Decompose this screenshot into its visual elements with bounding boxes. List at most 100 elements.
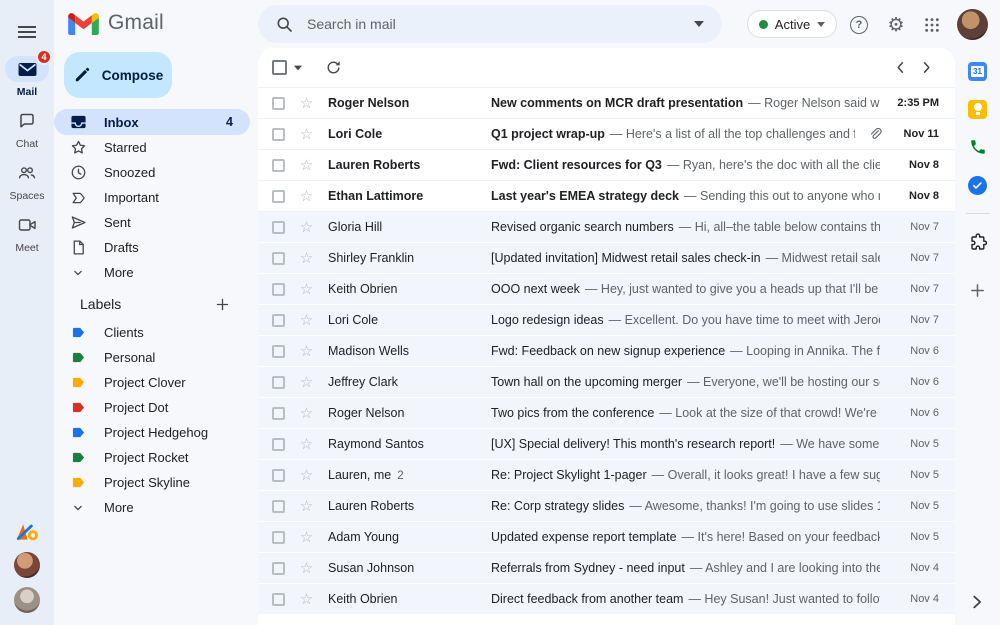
star-icon[interactable]: ☆ [298,436,315,452]
email-row[interactable]: ☆ Susan Johnson Referrals from Sydney - ne… [258,553,955,584]
older-page-button[interactable] [913,55,939,81]
row-checkbox[interactable] [272,406,285,420]
keep-app-button[interactable] [968,99,988,119]
star-icon[interactable]: ☆ [298,95,315,111]
sidebar-item-starred[interactable]: Starred [54,135,250,160]
account-avatar[interactable] [957,9,988,40]
sidebar-item-drafts[interactable]: Drafts [54,235,250,260]
email-row[interactable]: ☆ Roger Nelson New comments on MCR draft p… [258,88,955,119]
label-item[interactable]: Project Clover [54,370,250,395]
email-row[interactable]: ☆ Jeffrey Clark Town hall on the upcoming … [258,367,955,398]
email-row[interactable]: ☆ Lauren Roberts Re: Corp strategy slides —… [258,491,955,522]
row-checkbox[interactable] [272,158,285,172]
star-icon[interactable]: ☆ [298,157,315,173]
sidebar-item-snoozed[interactable]: Snoozed [54,160,250,185]
tasks-app-button[interactable] [968,175,988,195]
search-input[interactable]: Search in mail [307,16,680,32]
row-checkbox[interactable] [272,592,285,606]
new-side-panel-app-button[interactable] [968,280,988,300]
row-checkbox[interactable] [272,437,285,451]
star-icon[interactable]: ☆ [298,126,315,142]
label-item[interactable]: Project Dot [54,395,250,420]
compose-button[interactable]: Compose [64,52,172,98]
row-checkbox[interactable] [272,127,285,141]
get-add-ons-button[interactable] [968,232,988,252]
label-item[interactable]: Personal [54,345,250,370]
sidebar-item-inbox[interactable]: Inbox 4 [54,109,250,135]
sidebar-item-more[interactable]: More [54,260,250,285]
email-row[interactable]: ☆ Ethan Lattimore Last year's EMEA strateg… [258,181,955,212]
row-checkbox[interactable] [272,561,285,575]
email-row[interactable]: ☆ Keith Obrien OOO next week — Hey, just wa… [258,274,955,305]
chevron-left-icon [896,62,903,73]
row-checkbox[interactable] [272,468,285,482]
rail-item-spaces[interactable]: Spaces [5,160,49,202]
row-checkbox[interactable] [272,375,285,389]
rail-item-chat[interactable]: Chat [5,108,49,150]
star-icon[interactable]: ☆ [298,312,315,328]
labels-more[interactable]: More [54,495,250,520]
row-checkbox[interactable] [272,251,285,265]
email-row[interactable]: ☆ Keith Obrien Direct feedback from anothe… [258,584,955,615]
calendar-app-button[interactable]: 31 [968,61,988,81]
row-checkbox[interactable] [272,96,285,110]
label-item[interactable]: Project Skyline [54,470,250,495]
main-menu-button[interactable] [7,12,47,52]
star-icon[interactable]: ☆ [298,219,315,235]
label-item[interactable]: Clients [54,320,250,345]
status-selector[interactable]: Active [747,10,837,38]
email-row[interactable]: ☆ Gloria Hill Revised organic search numbe… [258,212,955,243]
star-icon[interactable]: ☆ [298,405,315,421]
star-icon[interactable]: ☆ [298,250,315,266]
star-icon[interactable]: ☆ [298,591,315,607]
row-checkbox[interactable] [272,499,285,513]
star-icon[interactable]: ☆ [298,529,315,545]
star-icon[interactable]: ☆ [298,560,315,576]
google-apps-button[interactable] [919,12,945,38]
voice-app-button[interactable] [968,137,988,157]
email-row[interactable]: ☆ Lauren, me 2 Re: Project Skylight 1-pager… [258,460,955,491]
settings-button[interactable]: ⚙ [883,12,909,38]
row-checkbox[interactable] [272,220,285,234]
row-checkbox[interactable] [272,344,285,358]
select-all-checkbox[interactable] [272,60,287,75]
email-row[interactable]: ☆ Madison Wells Fwd: Feedback on new signu… [258,336,955,367]
refresh-button[interactable] [325,59,342,76]
select-caret-icon[interactable] [294,65,302,70]
email-row[interactable]: ☆ Shirley Franklin [Updated invitation] Mi… [258,243,955,274]
add-label-icon[interactable] [215,297,230,312]
email-subject: Q1 project wrap-up [491,127,605,141]
search-bar[interactable]: Search in mail [258,5,722,43]
row-checkbox[interactable] [272,189,285,203]
search-options-caret-icon[interactable] [694,21,704,27]
contact-avatar[interactable] [14,552,40,578]
newer-page-button[interactable] [887,55,913,81]
chevron-down-icon [69,499,87,517]
label-item[interactable]: Project Hedgehog [54,420,250,445]
sidebar-item-important[interactable]: Important [54,185,250,210]
email-snippet: — Midwest retail sales che... [765,251,880,265]
star-icon[interactable]: ☆ [298,281,315,297]
email-line: Two pics from the conference — Look at th… [491,406,880,420]
contact-avatar[interactable] [14,587,40,613]
email-row[interactable]: ☆ Lori Cole Q1 project wrap-up — Here's a l… [258,119,955,150]
sidebar-item-sent[interactable]: Sent [54,210,250,235]
email-row[interactable]: ☆ Adam Young Updated expense report templa… [258,522,955,553]
label-item[interactable]: Project Rocket [54,445,250,470]
email-row[interactable]: ☆ Raymond Santos [UX] Special delivery! Th… [258,429,955,460]
help-button[interactable]: ? [846,12,872,38]
star-icon[interactable]: ☆ [298,343,315,359]
email-row[interactable]: ☆ Lauren Roberts Fwd: Client resources for… [258,150,955,181]
star-icon[interactable]: ☆ [298,188,315,204]
rail-item-mail[interactable]: 4 Mail [5,49,52,98]
row-checkbox[interactable] [272,530,285,544]
star-icon[interactable]: ☆ [298,498,315,514]
star-icon[interactable]: ☆ [298,374,315,390]
rail-item-meet[interactable]: Meet [5,212,49,254]
star-icon[interactable]: ☆ [298,467,315,483]
email-row[interactable]: ☆ Lori Cole Logo redesign ideas — Excellent… [258,305,955,336]
row-checkbox[interactable] [272,313,285,327]
row-checkbox[interactable] [272,282,285,296]
email-row[interactable]: ☆ Roger Nelson Two pics from the conferenc… [258,398,955,429]
show-side-panel-button[interactable] [965,590,989,614]
